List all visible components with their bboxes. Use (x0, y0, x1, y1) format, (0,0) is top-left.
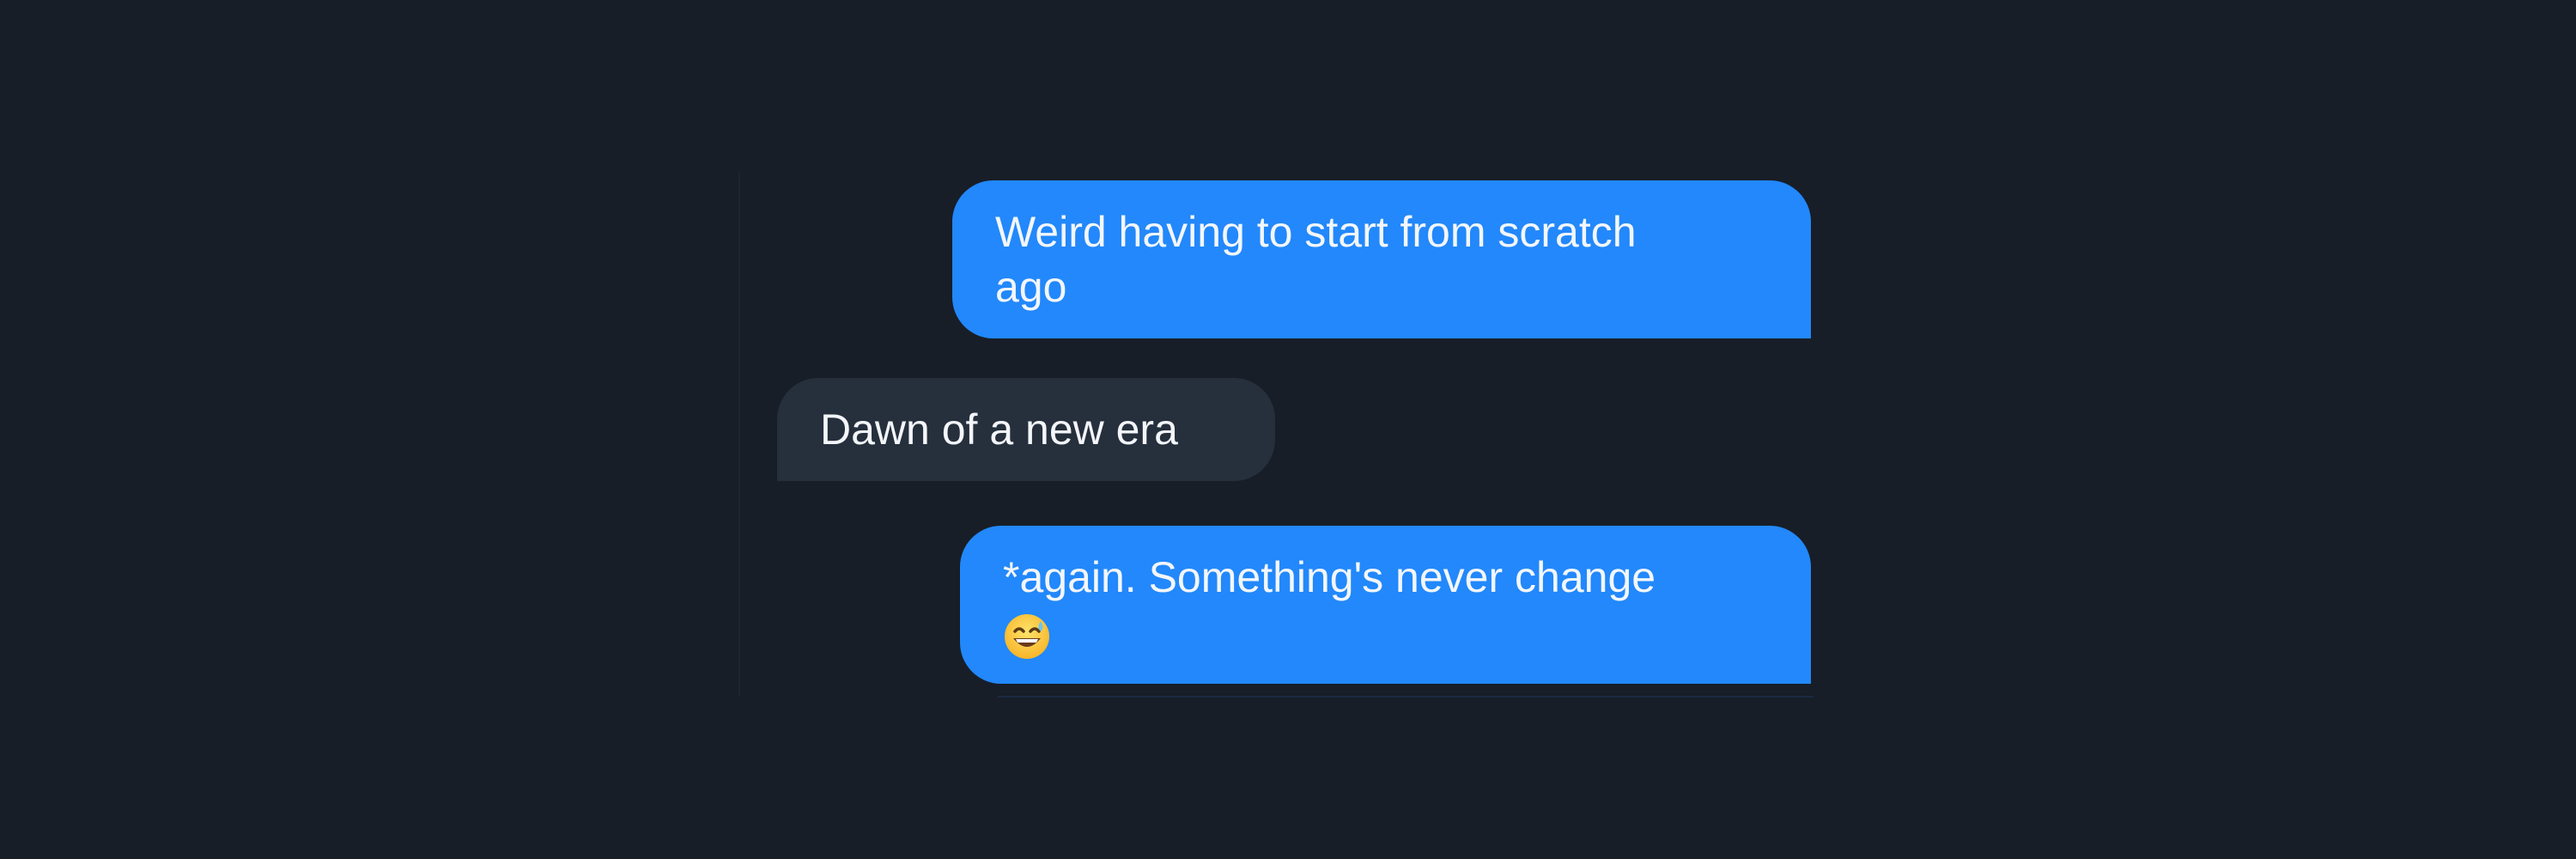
divider (998, 696, 1814, 698)
message-emoji-line (1003, 605, 1777, 661)
grinning-face-with-sweat-icon (1003, 612, 1051, 661)
incoming-message-bubble[interactable]: Dawn of a new era (777, 378, 1275, 481)
outgoing-message-bubble[interactable]: Weird having to start from scratch ago (952, 180, 1811, 338)
message-text-line: *again. Something's never change (1003, 553, 1656, 601)
message-text-line: Weird having to start from scratch (995, 208, 1637, 256)
message-thread: Weird having to start from scratch ago D… (738, 172, 1814, 698)
message-text-line: Dawn of a new era (820, 405, 1178, 454)
message-text-line: ago (995, 263, 1067, 311)
outgoing-message-bubble[interactable]: *again. Something's never change (960, 526, 1811, 684)
